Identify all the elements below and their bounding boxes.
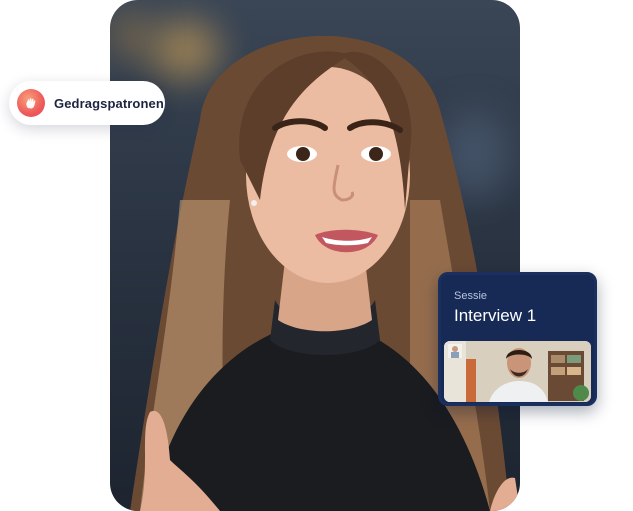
session-label: Sessie: [454, 290, 488, 302]
person-portrait: [130, 35, 520, 511]
behavior-patterns-chip[interactable]: Gedragspatronen: [9, 81, 165, 125]
interviewer-portrait: [444, 341, 591, 402]
session-title: Interview 1: [454, 306, 537, 325]
hand-icon: [17, 89, 45, 117]
session-card[interactable]: Sessie Interview 1: [438, 272, 597, 406]
chip-label: Gedragspatronen: [54, 95, 164, 111]
main-video-feed: [110, 0, 520, 511]
session-video-thumbnail[interactable]: [444, 341, 591, 402]
